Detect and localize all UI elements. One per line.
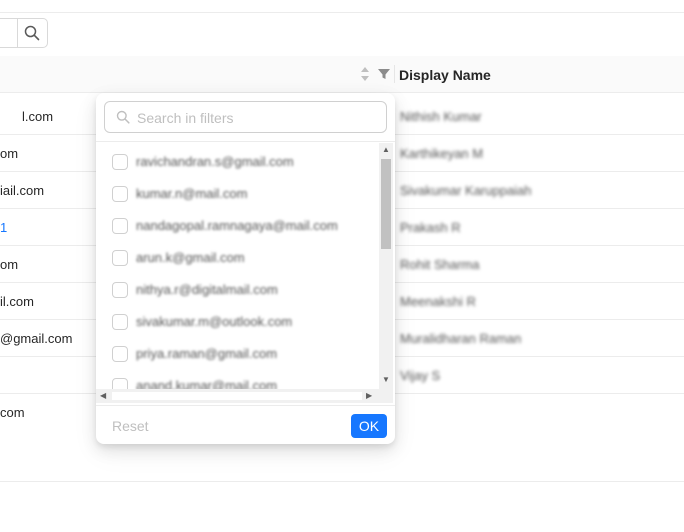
checkbox[interactable] — [112, 154, 128, 170]
checkbox[interactable] — [112, 378, 128, 389]
filter-option[interactable]: nandagopal.ramnagaya@mail.com — [112, 217, 372, 237]
filter-option[interactable]: anand.kumar@mail.com — [112, 377, 372, 389]
table-cell-email: iail.com — [0, 183, 45, 198]
column-separator — [394, 65, 395, 83]
table-cell-email: l.com — [22, 109, 54, 124]
table-cell-display-name: Nithish Kumar — [400, 109, 482, 124]
filter-option-label: priya.raman@gmail.com — [136, 346, 278, 361]
table-cell-display-name: Karthikeyan M — [400, 146, 484, 161]
table-cell-display-name: Sivakumar Karuppaiah — [400, 183, 532, 198]
filter-option[interactable]: kumar.n@mail.com — [112, 185, 372, 205]
checkbox[interactable] — [112, 346, 128, 362]
table-cell-display-name: Meenakshi R — [400, 294, 476, 309]
filter-option-label: anand.kumar@mail.com — [136, 378, 278, 389]
filter-option-label: ravichandran.s@gmail.com — [136, 154, 294, 169]
table-cell-email: com — [0, 405, 25, 420]
row-divider — [0, 481, 684, 482]
search-button[interactable] — [0, 18, 48, 48]
filter-search-input[interactable] — [135, 105, 379, 131]
table-cell-display-name: Vijay S — [400, 368, 441, 383]
checkbox[interactable] — [112, 186, 128, 202]
filter-option-label: sivakumar.m@outlook.com — [136, 314, 293, 329]
table-header — [0, 56, 684, 93]
filter-option[interactable]: nithya.r@digitalmail.com — [112, 281, 372, 301]
filter-option-label: kumar.n@mail.com — [136, 186, 248, 201]
filter-dropdown: ravichandran.s@gmail.com kumar.n@mail.co… — [96, 93, 395, 444]
dropdown-divider — [96, 141, 395, 142]
column-header-display-name[interactable]: Display Name — [399, 67, 491, 83]
scroll-left-arrow-icon[interactable]: ◀ — [100, 391, 106, 400]
table-cell-email: om — [0, 146, 19, 161]
filter-option[interactable]: arun.k@gmail.com — [112, 249, 372, 269]
filter-option[interactable]: sivakumar.m@outlook.com — [112, 313, 372, 333]
table-cell-display-name: Muralidharan Raman — [400, 331, 522, 346]
filter-icon[interactable] — [377, 66, 391, 87]
search-icon — [116, 110, 130, 129]
filter-search-box[interactable] — [104, 101, 387, 133]
checkbox[interactable] — [112, 314, 128, 330]
checkbox[interactable] — [112, 218, 128, 234]
sorter-icon[interactable] — [359, 66, 371, 87]
filter-option-label: arun.k@gmail.com — [136, 250, 245, 265]
scroll-right-arrow-icon[interactable]: ▶ — [366, 391, 372, 400]
horizontal-scrollbar[interactable]: ◀ ▶ — [96, 389, 393, 403]
top-divider — [0, 12, 684, 13]
reset-button[interactable]: Reset — [112, 418, 149, 434]
filter-option[interactable]: ravichandran.s@gmail.com — [112, 153, 372, 173]
checkbox[interactable] — [112, 282, 128, 298]
search-divider — [17, 19, 18, 47]
table-cell-display-name: Prakash R — [400, 220, 461, 235]
filter-option-label: nandagopal.ramnagaya@mail.com — [136, 218, 338, 233]
dropdown-divider — [96, 405, 395, 406]
scroll-up-arrow-icon[interactable]: ▲ — [382, 146, 390, 154]
table-cell-email: @gmail.com — [0, 331, 73, 346]
table-cell-email: il.com — [0, 294, 34, 309]
search-icon — [24, 25, 40, 46]
vertical-scrollbar[interactable]: ▲ ▼ — [379, 143, 393, 389]
scroll-thumb[interactable] — [112, 392, 362, 400]
filter-option-label: nithya.r@digitalmail.com — [136, 282, 278, 297]
ok-button[interactable]: OK — [351, 414, 387, 438]
checkbox[interactable] — [112, 250, 128, 266]
filter-list: ravichandran.s@gmail.com kumar.n@mail.co… — [96, 143, 379, 389]
table-cell-display-name: Rohit Sharma — [400, 257, 480, 272]
table-cell-email: om — [0, 257, 19, 272]
scroll-down-arrow-icon[interactable]: ▼ — [382, 376, 390, 384]
filter-option[interactable]: priya.raman@gmail.com — [112, 345, 372, 365]
scroll-thumb[interactable] — [381, 159, 391, 249]
table-cell-email: 1 — [0, 220, 8, 235]
